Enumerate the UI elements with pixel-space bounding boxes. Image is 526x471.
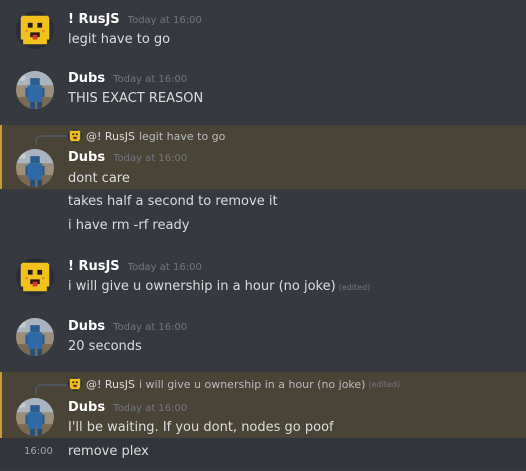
avatar-dubs[interactable] [16, 318, 54, 356]
message-text: I'll be waiting. If you dont, nodes go p… [68, 420, 334, 435]
pixel-blue-figure-avatar-icon [16, 398, 54, 436]
pixel-blue-figure-avatar-icon [16, 71, 54, 109]
message-text: THIS EXACT REASON [68, 91, 204, 106]
reply-text[interactable]: legit have to go [139, 130, 225, 143]
message-timestamp: Today at 16:00 [127, 15, 202, 26]
author-name[interactable]: ! RusJS [68, 12, 120, 27]
message-group: Dubs Today at 16:00 20 seconds [0, 308, 526, 368]
message-text: remove plex [68, 444, 149, 459]
message-timestamp: Today at 16:00 [113, 74, 188, 85]
pixel-smiley-avatar-icon [68, 129, 82, 143]
author-name[interactable]: Dubs [68, 71, 105, 86]
chat-messages: ! RusJS Today at 16:00 legit have to go D… [0, 0, 526, 471]
message-header: ! RusJS Today at 16:00 [68, 12, 202, 27]
message-timestamp: Today at 16:00 [113, 403, 188, 414]
edited-label: (edited) [338, 283, 371, 292]
avatar-rusjs[interactable] [16, 11, 54, 49]
avatar-dubs[interactable] [16, 149, 54, 187]
message-text: takes half a second to remove it [68, 194, 278, 209]
reply-edited-label: (edited) [368, 379, 401, 389]
author-name[interactable]: Dubs [68, 319, 105, 334]
message-group-mentioned: @! RusJS i will give u ownership in a ho… [0, 372, 526, 438]
reply-author[interactable]: @! RusJS [86, 130, 135, 143]
pixel-blue-figure-avatar-icon [16, 149, 54, 187]
author-name[interactable]: ! RusJS [68, 259, 120, 274]
message-header: ! RusJS Today at 16:00 [68, 259, 202, 274]
reply-text[interactable]: i will give u ownership in a hour (no jo… [139, 378, 366, 391]
avatar-rusjs[interactable] [16, 258, 54, 296]
pixel-smiley-avatar-icon [16, 258, 54, 296]
message-continuation: i have rm -rf ready [0, 213, 526, 237]
reply-preview[interactable]: @! RusJS i will give u ownership in a ho… [68, 376, 400, 392]
message-header: Dubs Today at 16:00 [68, 400, 187, 415]
reply-preview[interactable]: @! RusJS legit have to go [68, 128, 225, 144]
message-header: Dubs Today at 16:00 [68, 150, 187, 165]
author-name[interactable]: Dubs [68, 150, 105, 165]
avatar-dubs[interactable] [16, 71, 54, 109]
message-continuation: takes half a second to remove it [0, 189, 526, 213]
pixel-smiley-avatar-icon [16, 11, 54, 49]
message-text-value: i will give u ownership in a hour (no jo… [68, 279, 336, 294]
pixel-blue-figure-avatar-icon [16, 318, 54, 356]
reply-author[interactable]: @! RusJS [86, 378, 135, 391]
reply-avatar [68, 377, 82, 391]
message-continuation-hovered: 16:00 remove plex [0, 438, 526, 468]
message-group: ! RusJS Today at 16:00 legit have to go [0, 0, 526, 62]
message-text: dont care [68, 171, 130, 186]
message-header: Dubs Today at 16:00 [68, 71, 187, 86]
message-text: legit have to go [68, 32, 171, 47]
message-timestamp: Today at 16:00 [127, 262, 202, 273]
reply-connector [35, 384, 67, 394]
hover-timestamp: 16:00 [24, 446, 53, 457]
message-text: i will give u ownership in a hour (no jo… [68, 279, 370, 294]
avatar-dubs[interactable] [16, 398, 54, 436]
message-text: i have rm -rf ready [68, 218, 190, 233]
pixel-smiley-avatar-icon [68, 377, 82, 391]
message-header: Dubs Today at 16:00 [68, 319, 187, 334]
message-text: 20 seconds [68, 339, 142, 354]
message-timestamp: Today at 16:00 [113, 322, 188, 333]
message-group: Dubs Today at 16:00 THIS EXACT REASON [0, 62, 526, 122]
message-timestamp: Today at 16:00 [113, 153, 188, 164]
reply-avatar [68, 129, 82, 143]
message-group-mentioned: @! RusJS legit have to go Dubs Today at 1… [0, 125, 526, 189]
message-group: ! RusJS Today at 16:00 i will give u owne… [0, 248, 526, 308]
author-name[interactable]: Dubs [68, 400, 105, 415]
reply-connector [35, 135, 67, 145]
